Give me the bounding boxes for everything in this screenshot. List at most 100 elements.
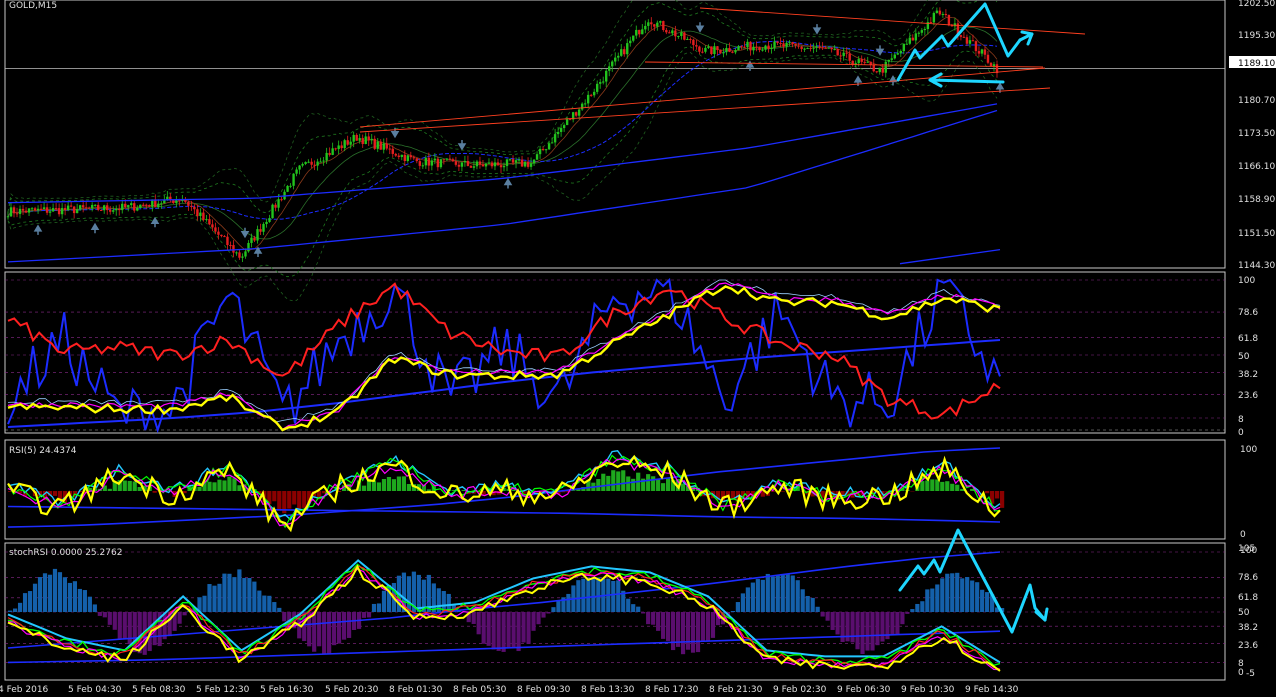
candle-body: [680, 32, 683, 36]
candle-body: [157, 203, 160, 208]
candle-body: [797, 45, 800, 47]
candle-body: [460, 162, 464, 167]
candle-body: [920, 30, 924, 33]
stochrsi-histogram-bar: [222, 573, 227, 612]
stochrsi-histogram-bar: [366, 612, 372, 618]
rsi-histogram-bar: [207, 481, 212, 491]
candle-body: [914, 33, 918, 41]
stochrsi-histogram-bar: [332, 612, 337, 646]
candle-body: [556, 131, 560, 135]
candle-body: [526, 162, 530, 167]
candle-body: [412, 157, 416, 159]
stochrsi-histogram-bar: [272, 602, 277, 612]
stochrsi-histogram-bar: [317, 612, 322, 647]
candle-body: [683, 32, 686, 40]
candle-body: [941, 13, 945, 15]
candle-body: [45, 207, 49, 213]
candle-body: [427, 157, 431, 166]
candle-body: [81, 205, 85, 208]
main-chart-title: GOLD,M15: [9, 1, 57, 11]
rsi-histogram-bar: [232, 478, 237, 491]
rsi-histogram-bar: [227, 476, 232, 491]
stochrsi-histogram-bar: [875, 612, 880, 646]
stochrsi-histogram-bar: [656, 612, 661, 631]
stochrsi-histogram-bar: [586, 577, 591, 612]
stochrsi-histogram-bar: [72, 581, 78, 612]
candle-body: [397, 155, 400, 157]
candle-body: [707, 46, 710, 48]
candle-body: [292, 173, 295, 186]
candle-body: [271, 204, 274, 219]
candle-body: [749, 41, 752, 51]
candle-body: [743, 46, 746, 48]
candle-body: [66, 205, 70, 211]
candle-body: [899, 51, 902, 54]
rsi-histogram-bar: [371, 480, 377, 491]
stochrsi-histogram-bar: [22, 593, 28, 612]
candle-body: [69, 205, 73, 207]
candle-body: [403, 154, 406, 161]
fractal-arrow-icon: [90, 222, 100, 234]
candle-body: [929, 22, 933, 24]
stochrsi-histogram-bar: [232, 577, 237, 612]
candle-body: [698, 46, 701, 52]
candle-body: [959, 35, 963, 37]
candle-body: [592, 91, 596, 96]
candle-body: [268, 218, 271, 222]
candle-body: [532, 159, 536, 164]
candle-body: [316, 161, 319, 166]
stochrsi-histogram-bar: [880, 612, 885, 642]
stochrsi-histogram-bar: [985, 592, 990, 612]
bollinger-lower-band: [7, 46, 998, 278]
time-label: 9 Feb 10:30: [901, 685, 955, 695]
stochrsi-histogram-bar: [526, 612, 531, 644]
candle-body: [586, 94, 590, 104]
candle-body: [274, 204, 277, 208]
candle-body: [355, 134, 358, 141]
candle-body: [502, 166, 506, 168]
candle-body: [51, 208, 55, 212]
candle-body: [872, 64, 875, 72]
stochrsi-histogram-bar: [591, 578, 596, 612]
stochrsi-histogram-bar: [92, 604, 97, 612]
stochrsi-histogram-bar: [895, 612, 900, 635]
stochrsi-histogram-bar: [327, 612, 332, 655]
candle-body: [430, 160, 434, 166]
candle-body: [226, 236, 229, 246]
stochrsi-histogram-bar: [581, 578, 586, 612]
rsi-histogram-bar: [212, 482, 217, 491]
stochrsi-histogram-bar: [626, 598, 631, 612]
candle-body: [379, 141, 382, 150]
candle-body: [541, 148, 545, 150]
candle-body: [935, 10, 939, 13]
stochrsi-histogram-bar: [277, 607, 282, 612]
candle-body: [671, 30, 674, 34]
candle-body: [6, 216, 10, 218]
stochrsi-histogram-bar: [536, 612, 541, 625]
fractal-arrow-icon: [390, 127, 400, 139]
stochrsi-histogram-bar: [217, 583, 222, 612]
indicator1-layer: [5, 277, 1225, 434]
time-label: 5 Feb 16:30: [260, 685, 314, 695]
candle-body: [54, 208, 58, 210]
candle-body: [821, 47, 824, 49]
candle-body: [211, 224, 214, 228]
candle-body: [250, 237, 253, 243]
bollinger-upper-band: [7, 0, 928, 212]
candle-body: [307, 161, 310, 163]
rsi-histogram-bar: [651, 476, 656, 491]
red-trend-line: [359, 87, 1051, 133]
stochrsi-histogram-bar: [695, 612, 701, 653]
candle-body: [692, 39, 695, 46]
stochrsi-histogram-bar: [710, 612, 716, 638]
indicator3-layer: [5, 551, 1225, 672]
candle-body: [472, 166, 476, 168]
candle-body: [770, 47, 773, 49]
candle-body: [620, 49, 623, 56]
stochrsi-histogram-bar: [337, 612, 342, 644]
channel-upper-line: [7, 103, 998, 204]
candle-body: [508, 159, 512, 161]
stochrsi-histogram-bar: [52, 568, 58, 612]
chart-canvas[interactable]: GOLD,M15 RSI(5) 24.4374 stochRSI 0.0000 …: [0, 0, 1276, 697]
candle-body: [857, 59, 860, 64]
